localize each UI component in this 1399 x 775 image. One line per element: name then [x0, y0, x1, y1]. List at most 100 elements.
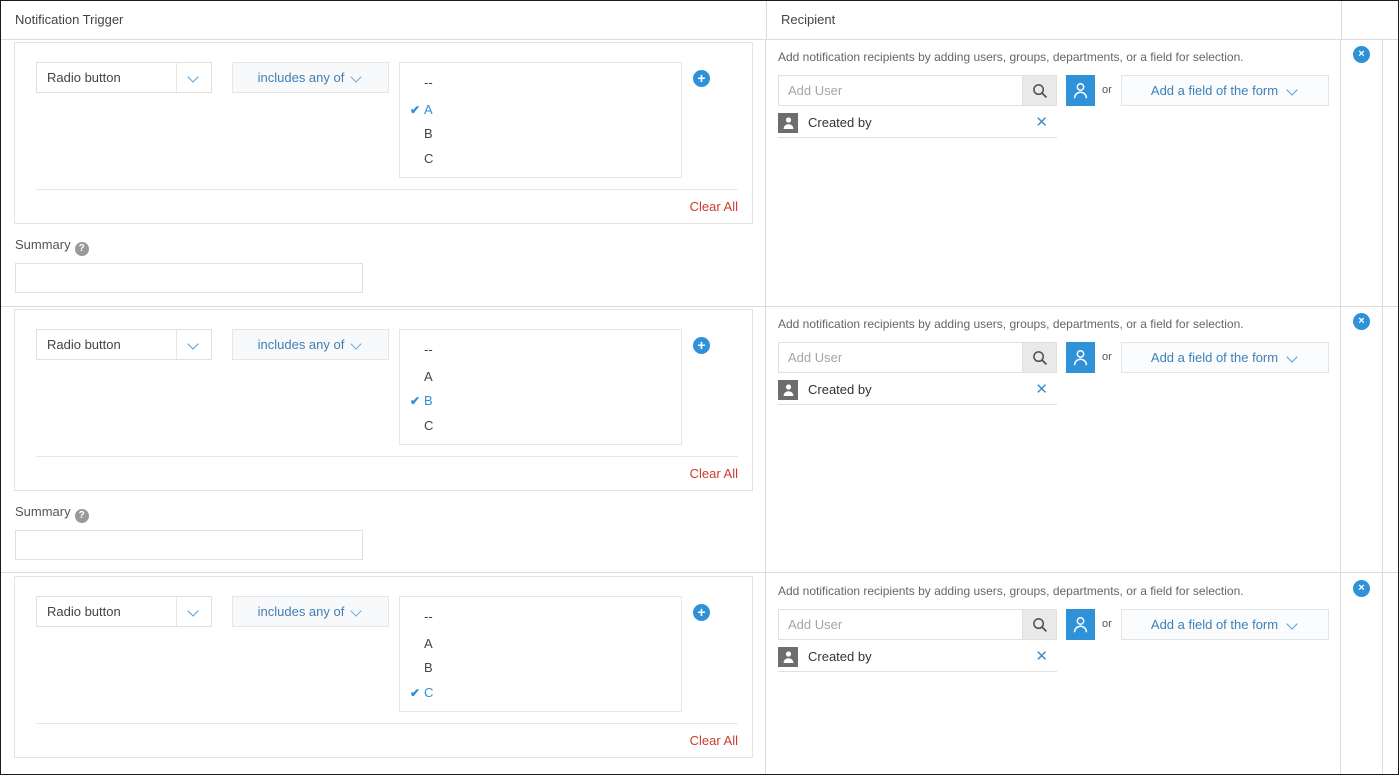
summary-input[interactable]: [15, 530, 363, 560]
summary-input[interactable]: [15, 263, 363, 293]
add-person-button[interactable]: [1066, 342, 1095, 373]
add-condition-button[interactable]: +: [693, 70, 710, 87]
value-option-label: B: [424, 126, 433, 141]
chevron-down-icon: [176, 63, 211, 92]
add-user-input[interactable]: [779, 610, 1022, 639]
value-option[interactable]: ✔--: [400, 330, 681, 365]
value-option[interactable]: ✔A: [400, 98, 681, 123]
field-select[interactable]: Radio button: [36, 329, 212, 360]
check-icon: ✔: [410, 389, 422, 414]
check-icon: ✔: [410, 656, 422, 681]
value-option[interactable]: ✔--: [400, 597, 681, 632]
add-person-button[interactable]: [1066, 609, 1095, 640]
clear-all-link[interactable]: Clear All: [690, 466, 738, 481]
or-label: or: [1102, 342, 1112, 373]
value-multiselect-list[interactable]: ✔-- ✔A ✔B ✔C: [399, 596, 682, 712]
recipient-chip: Created by ✕: [778, 647, 1057, 672]
chevron-down-icon: [352, 339, 363, 350]
add-form-field-label: Add a field of the form: [1151, 83, 1288, 98]
recipient-hint: Add notification recipients by adding us…: [778, 584, 1244, 598]
recipient-chip-label: Created by: [808, 113, 872, 133]
value-option-label: B: [424, 660, 433, 675]
check-icon: ✔: [410, 147, 422, 172]
field-select[interactable]: Radio button: [36, 596, 212, 627]
add-form-field-select[interactable]: Add a field of the form: [1121, 75, 1329, 106]
summary-label: Summary?: [15, 237, 89, 256]
check-icon: ✔: [410, 122, 422, 147]
operator-select[interactable]: includes any of: [232, 596, 389, 627]
value-option[interactable]: ✔C: [400, 681, 681, 706]
row-separator-2: [1, 572, 1398, 573]
value-option[interactable]: ✔A: [400, 632, 681, 657]
recipient-controls: or Add a field of the form: [778, 75, 1329, 106]
user-avatar-icon: [778, 113, 798, 133]
field-select[interactable]: Radio button: [36, 62, 212, 93]
help-icon[interactable]: ?: [75, 509, 89, 523]
add-form-field-select[interactable]: Add a field of the form: [1121, 342, 1329, 373]
recipient-chip: Created by ✕: [778, 113, 1057, 138]
chevron-down-icon: [1288, 85, 1299, 96]
operator-select-value: includes any of: [258, 70, 353, 85]
search-icon[interactable]: [1022, 343, 1056, 372]
value-option[interactable]: ✔B: [400, 656, 681, 681]
remove-recipient-button[interactable]: ✕: [1035, 380, 1048, 400]
card-divider: [36, 189, 738, 190]
summary-label-text: Summary: [15, 237, 71, 252]
value-option[interactable]: ✔--: [400, 63, 681, 98]
value-option[interactable]: ✔B: [400, 122, 681, 147]
recipient-chip-label: Created by: [808, 647, 872, 667]
field-select-value: Radio button: [37, 604, 176, 619]
value-option-label: C: [424, 151, 433, 166]
value-option[interactable]: ✔B: [400, 389, 681, 414]
value-option[interactable]: ✔A: [400, 365, 681, 390]
operator-select[interactable]: includes any of: [232, 62, 389, 93]
notification-rules-page: Notification Trigger Recipient Radio but…: [0, 0, 1399, 775]
value-option-label: C: [424, 685, 433, 700]
add-form-field-select[interactable]: Add a field of the form: [1121, 609, 1329, 640]
add-condition-button[interactable]: +: [693, 337, 710, 354]
value-option[interactable]: ✔C: [400, 147, 681, 172]
column-header-actions: [1341, 1, 1382, 39]
add-form-field-label: Add a field of the form: [1151, 617, 1288, 632]
search-icon[interactable]: [1022, 76, 1056, 105]
add-person-button[interactable]: [1066, 75, 1095, 106]
or-label: or: [1102, 609, 1112, 640]
chevron-down-icon: [1288, 619, 1299, 630]
remove-rule-button[interactable]: ×: [1353, 46, 1370, 63]
check-icon: ✔: [410, 336, 422, 366]
add-user-input[interactable]: [779, 343, 1022, 372]
search-icon[interactable]: [1022, 610, 1056, 639]
add-user-field[interactable]: [778, 609, 1057, 640]
operator-select[interactable]: includes any of: [232, 329, 389, 360]
remove-recipient-button[interactable]: ✕: [1035, 647, 1048, 667]
add-user-field[interactable]: [778, 342, 1057, 373]
value-multiselect-list[interactable]: ✔-- ✔A ✔B ✔C: [399, 62, 682, 178]
value-option-label: A: [424, 369, 433, 384]
condition-controls: Radio button includes any of ✔-- ✔A: [36, 62, 738, 182]
condition-controls: Radio button includes any of ✔-- ✔A: [36, 596, 738, 716]
chevron-down-icon: [176, 330, 211, 359]
remove-rule-button[interactable]: ×: [1353, 313, 1370, 330]
add-user-input[interactable]: [779, 76, 1022, 105]
recipient-chip: Created by ✕: [778, 380, 1057, 405]
chevron-down-icon: [1288, 352, 1299, 363]
trigger-card: Radio button includes any of ✔-- ✔A: [14, 309, 753, 491]
remove-recipient-button[interactable]: ✕: [1035, 113, 1048, 133]
value-option[interactable]: ✔C: [400, 414, 681, 439]
value-multiselect-list[interactable]: ✔-- ✔A ✔B ✔C: [399, 329, 682, 445]
card-divider: [36, 456, 738, 457]
value-option-label: --: [424, 342, 433, 357]
trigger-card: Radio button includes any of ✔-- ✔A: [14, 42, 753, 224]
help-icon[interactable]: ?: [75, 242, 89, 256]
table-header: Notification Trigger Recipient: [1, 1, 1398, 40]
chevron-down-icon: [352, 72, 363, 83]
clear-all-link[interactable]: Clear All: [690, 733, 738, 748]
clear-all-link[interactable]: Clear All: [690, 199, 738, 214]
check-icon: ✔: [410, 365, 422, 390]
value-option-label: B: [424, 393, 433, 408]
remove-rule-button[interactable]: ×: [1353, 580, 1370, 597]
add-condition-button[interactable]: +: [693, 604, 710, 621]
chevron-down-icon: [352, 606, 363, 617]
add-user-field[interactable]: [778, 75, 1057, 106]
chevron-down-icon: [176, 597, 211, 626]
